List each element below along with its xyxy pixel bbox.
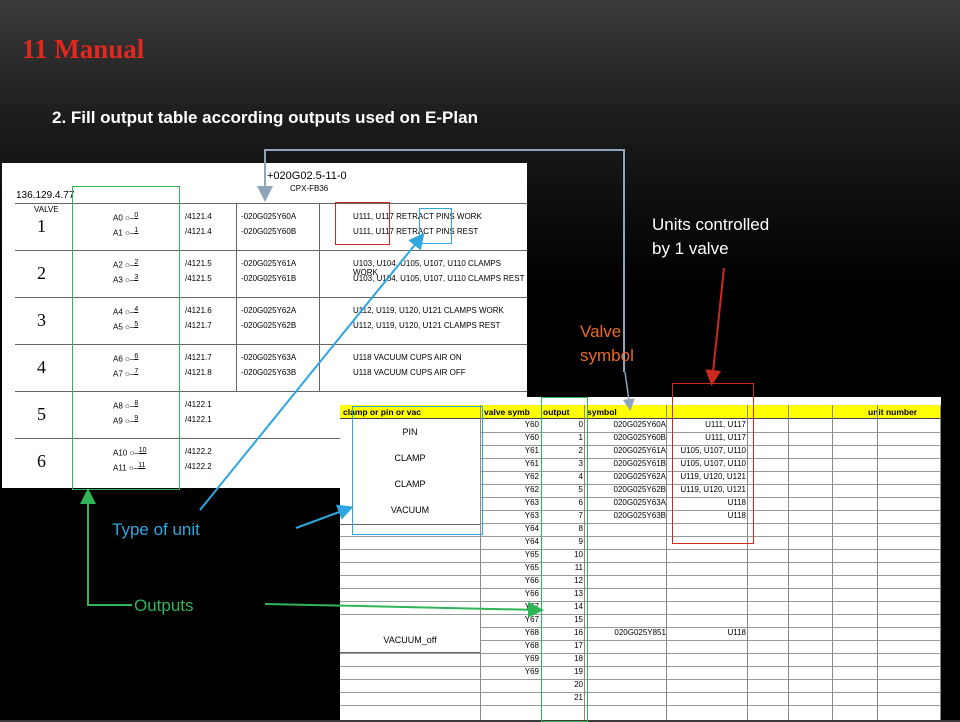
note-valve-symbol: Valve symbol	[580, 320, 634, 368]
note-units-line1: Units controlled	[652, 215, 770, 234]
units-arrow	[705, 267, 725, 386]
valve-note-arrow	[622, 371, 635, 411]
note-valve-line2: symbol	[580, 346, 634, 365]
note-outputs: Outputs	[134, 596, 194, 615]
note-type-of-unit: Type of unit	[112, 520, 200, 539]
note-units-line2: by 1 valve	[652, 239, 729, 258]
type-arrow-excel	[295, 504, 354, 529]
note-valve-line1: Valve	[580, 322, 622, 341]
type-arrow-eplan	[199, 232, 425, 511]
note-units-controlled: Units controlled by 1 valve	[652, 213, 769, 261]
outputs-arrow-eplan	[80, 488, 132, 606]
symbol-connector-line	[257, 149, 625, 372]
outputs-arrow-excel	[264, 601, 544, 618]
